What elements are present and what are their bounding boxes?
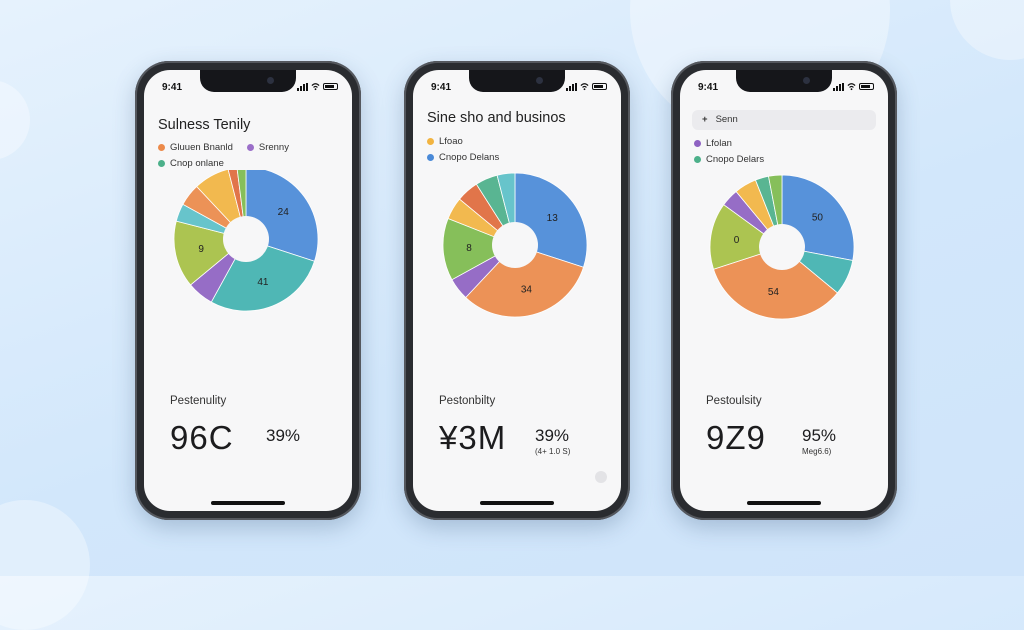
signal-icon — [833, 82, 844, 91]
wifi-icon — [580, 83, 589, 91]
wifi-icon — [847, 83, 856, 91]
legend-dot — [246, 144, 254, 151]
legend-label: Lfoao — [439, 136, 463, 147]
status-icons — [566, 82, 607, 91]
plus-icon: + — [702, 114, 708, 125]
home-indicator[interactable] — [747, 501, 821, 505]
page-title: Sulness Tenily — [158, 117, 251, 133]
slice-value-label: 50 — [812, 213, 824, 224]
legend-dot — [694, 140, 701, 147]
background-circle — [950, 0, 1024, 60]
wifi-icon — [311, 83, 320, 91]
search-label: Senn — [715, 114, 738, 125]
metric-percent: 39% — [266, 426, 301, 445]
legend-item[interactable]: Srenny — [246, 142, 289, 153]
background-circle — [0, 500, 90, 630]
metric-value: ¥3M — [439, 419, 507, 456]
legend-item[interactable]: Cnopo Delars — [694, 154, 764, 165]
battery-icon — [323, 83, 338, 90]
slice-value-label: 34 — [521, 285, 533, 296]
donut-chart[interactable]: 34 13 8 — [413, 170, 621, 360]
status-icons — [297, 82, 338, 91]
status-icons — [833, 82, 874, 91]
search-bar[interactable]: + Senn — [692, 110, 876, 130]
legend-dot — [694, 156, 701, 163]
metric-value: 9Z9 — [706, 419, 766, 456]
metric-percent: 95% — [802, 426, 837, 445]
slice-value-label: 9 — [198, 244, 204, 255]
battery-icon — [592, 83, 607, 90]
donut-hole — [759, 224, 805, 270]
legend-item[interactable]: Gluuen Bnanld — [158, 142, 233, 153]
legend-item[interactable]: Cnopo Delans — [427, 152, 499, 163]
signal-icon — [297, 82, 308, 91]
notch — [200, 70, 296, 92]
status-time: 9:41 — [698, 82, 719, 93]
phone-mockup-3: 9:41 + Senn Lfolan Cnopo Delars 54 50 0 Pes… — [671, 61, 897, 520]
home-indicator[interactable] — [211, 501, 285, 505]
donut-chart[interactable]: 54 50 0 — [680, 170, 888, 360]
legend-item[interactable]: Cnop onlane — [158, 158, 224, 169]
legend-dot — [158, 144, 165, 151]
legend-item[interactable]: Lfolan — [694, 138, 732, 149]
home-indicator[interactable] — [480, 501, 554, 505]
chart-legend: Lfolan Cnopo Delars — [694, 138, 764, 170]
metric-label: Pestoulsity — [706, 395, 762, 407]
notch — [736, 70, 832, 92]
slice-value-label: 8 — [466, 243, 472, 254]
metric-label: Pestonbilty — [439, 395, 496, 407]
legend-label: Cnopo Delans — [439, 152, 500, 163]
legend-label: Srenny — [258, 142, 289, 153]
legend-dot — [427, 138, 434, 145]
battery-icon — [859, 83, 874, 90]
chart-legend: Lfoao Cnopo Delans — [427, 136, 499, 168]
phone-screen: 9:41 + Senn Lfolan Cnopo Delars 54 50 0 Pes… — [680, 70, 888, 511]
slice-value-label: 54 — [768, 287, 780, 298]
legend-label: Lfolan — [706, 138, 732, 149]
background-circle — [0, 80, 30, 160]
donut-hole — [492, 222, 538, 268]
phone-screen: 9:41 Sine sho and businos Lfoao Cnopo De… — [413, 70, 621, 511]
floating-button[interactable] — [595, 471, 607, 483]
phone-mockup-1: 9:41 Sulness Tenily Gluuen Bnanld Srenny… — [135, 61, 361, 520]
signal-icon — [566, 82, 577, 91]
donut-hole — [223, 216, 269, 262]
legend-label: Cnopo Delars — [706, 154, 765, 165]
slice-value-label: 24 — [278, 207, 290, 218]
slice-value-label: 13 — [547, 213, 559, 224]
legend-label: Gluuen Bnanld — [170, 142, 233, 153]
metric-percent: 39% — [535, 426, 570, 445]
notch — [469, 70, 565, 92]
legend-label: Cnop onlane — [170, 158, 224, 169]
slice-value-label: 0 — [734, 235, 740, 246]
phone-mockup-2: 9:41 Sine sho and businos Lfoao Cnopo De… — [404, 61, 630, 520]
status-time: 9:41 — [162, 82, 183, 93]
metric-value: 96C — [170, 419, 234, 456]
phone-screen: 9:41 Sulness Tenily Gluuen Bnanld Srenny… — [144, 70, 352, 511]
donut-chart[interactable]: 24 41 9 — [144, 170, 352, 360]
metric-label: Pestenulity — [170, 395, 227, 407]
metric-subtext: Meg6.6) — [802, 447, 832, 456]
legend-item[interactable]: Lfoao — [427, 136, 463, 147]
page-title: Sine sho and businos — [427, 110, 566, 126]
slice-value-label: 41 — [257, 277, 269, 288]
legend-dot — [427, 154, 434, 161]
status-time: 9:41 — [431, 82, 452, 93]
legend-dot — [158, 160, 165, 167]
metric-subtext: (4+ 1.0 S) — [535, 447, 571, 456]
